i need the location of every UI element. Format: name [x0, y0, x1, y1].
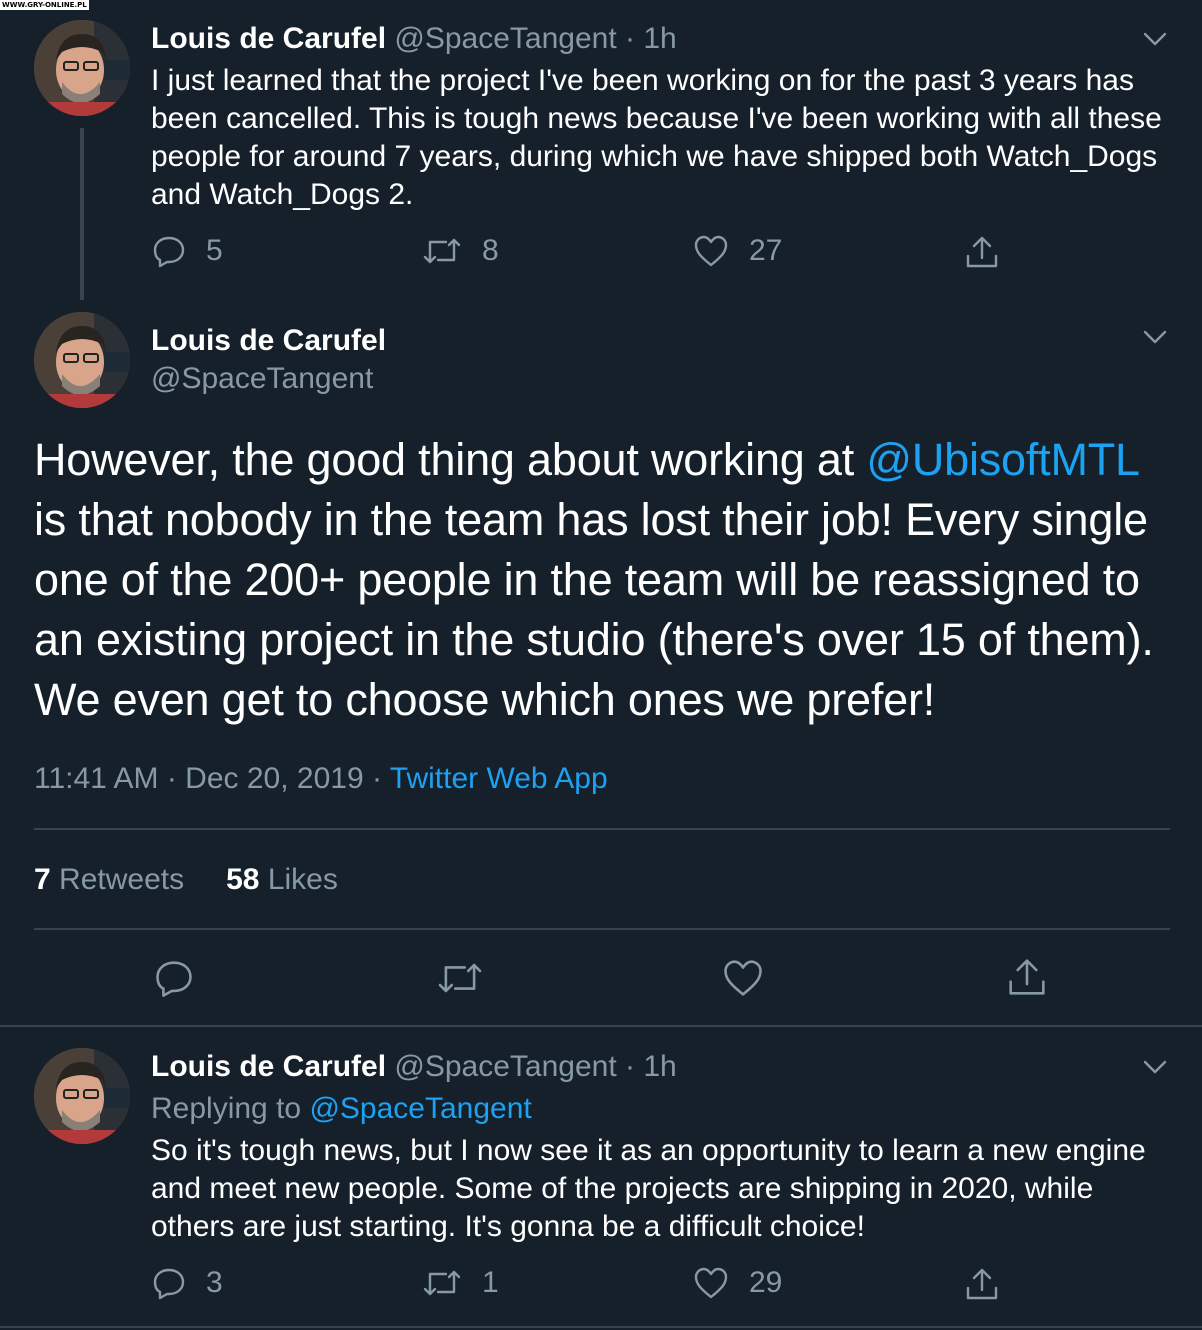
- retweets-count: 7: [34, 863, 51, 896]
- likes-count: 58: [226, 863, 260, 896]
- tweet-source-link[interactable]: Twitter Web App: [390, 762, 608, 795]
- avatar[interactable]: [34, 312, 130, 408]
- reply-button[interactable]: 3: [152, 1266, 223, 1300]
- avatar[interactable]: [34, 1048, 130, 1144]
- share-button[interactable]: [1006, 956, 1048, 998]
- tweet-time[interactable]: 1h: [643, 22, 676, 55]
- reply-button[interactable]: [154, 958, 194, 998]
- retweet-button[interactable]: 1: [422, 1266, 499, 1300]
- chevron-down-icon[interactable]: [1142, 1054, 1168, 1080]
- heart-icon: [694, 1267, 728, 1299]
- tweet-header: Louis de Carufel @SpaceTangent · 1h: [151, 1048, 677, 1086]
- like-button[interactable]: 29: [693, 1266, 782, 1300]
- separator-dot: ·: [625, 22, 636, 55]
- author-handle[interactable]: @SpaceTangent: [394, 1050, 616, 1083]
- author-handle[interactable]: @SpaceTangent: [394, 22, 616, 55]
- main-author-name[interactable]: Louis de Carufel: [151, 322, 386, 360]
- share-button[interactable]: [964, 234, 1000, 270]
- share-button[interactable]: [964, 1266, 1000, 1302]
- retweets-stat[interactable]: 7 Retweets: [34, 860, 184, 900]
- chevron-down-icon[interactable]: [1142, 324, 1168, 350]
- tweet-header: Louis de Carufel @SpaceTangent · 1h: [151, 20, 677, 58]
- author-handle[interactable]: @SpaceTangent: [151, 362, 373, 395]
- tweet-time[interactable]: 1h: [643, 1050, 676, 1083]
- retweet-count: 1: [482, 1266, 499, 1299]
- avatar[interactable]: [34, 20, 130, 116]
- retweets-label: Retweets: [59, 863, 185, 896]
- reply-icon: [156, 961, 192, 997]
- reply-button[interactable]: 5: [152, 234, 223, 268]
- replying-to: Replying to @SpaceTangent: [151, 1090, 532, 1128]
- divider: [0, 1025, 1202, 1027]
- share-icon: [966, 1268, 998, 1300]
- reply-count: 3: [206, 1266, 223, 1299]
- tweet-text: So it's tough news, but I now see it as …: [151, 1134, 1146, 1243]
- like-count: 27: [749, 234, 783, 267]
- author-name[interactable]: Louis de Carufel: [151, 1050, 386, 1083]
- reply-icon: [153, 1268, 185, 1300]
- replying-prefix: Replying to: [151, 1092, 310, 1125]
- retweet-icon: [438, 963, 482, 993]
- likes-stat[interactable]: 58 Likes: [226, 860, 338, 900]
- watermark: WWW.GRY-ONLINE.PL: [0, 0, 89, 10]
- thread-line: [80, 128, 84, 300]
- like-count: 29: [749, 1266, 783, 1299]
- tweet-text: I just learned that the project I've bee…: [151, 64, 1162, 211]
- divider: [34, 828, 1170, 830]
- retweet-icon: [423, 1270, 461, 1296]
- reply-icon: [153, 236, 185, 268]
- separator-dot: ·: [625, 1050, 636, 1083]
- share-icon: [966, 236, 998, 268]
- like-button[interactable]: 27: [693, 234, 782, 268]
- text-after-mention: is that nobody in the team has lost thei…: [34, 494, 1154, 725]
- reply-count: 5: [206, 234, 223, 267]
- main-tweet-text: However, the good thing about working at…: [34, 430, 1174, 730]
- chevron-down-icon[interactable]: [1142, 26, 1168, 52]
- retweet-icon: [423, 238, 461, 264]
- divider: [34, 928, 1170, 930]
- retweet-button[interactable]: [436, 958, 484, 998]
- likes-label: Likes: [267, 863, 338, 896]
- replying-to-link[interactable]: @SpaceTangent: [309, 1092, 531, 1125]
- tweet-meta: 11:41 AM · Dec 20, 2019 · Twitter Web Ap…: [34, 758, 608, 800]
- share-icon: [1009, 959, 1045, 995]
- retweet-button[interactable]: 8: [422, 234, 499, 268]
- mention-link[interactable]: @UbisoftMTL: [866, 434, 1138, 485]
- heart-icon: [694, 235, 728, 267]
- tweet-timestamp[interactable]: 11:41 AM · Dec 20, 2019 ·: [34, 762, 390, 795]
- author-name[interactable]: Louis de Carufel: [151, 22, 386, 55]
- retweet-count: 8: [482, 234, 499, 267]
- like-button[interactable]: [722, 958, 764, 998]
- divider: [0, 1326, 1202, 1328]
- engagement-stats: 7 Retweets 58 Likes: [34, 860, 338, 900]
- main-author-handle[interactable]: @SpaceTangent: [151, 360, 373, 398]
- author-name[interactable]: Louis de Carufel: [151, 324, 386, 357]
- heart-icon: [724, 960, 762, 996]
- text-before-mention: However, the good thing about working at: [34, 434, 867, 485]
